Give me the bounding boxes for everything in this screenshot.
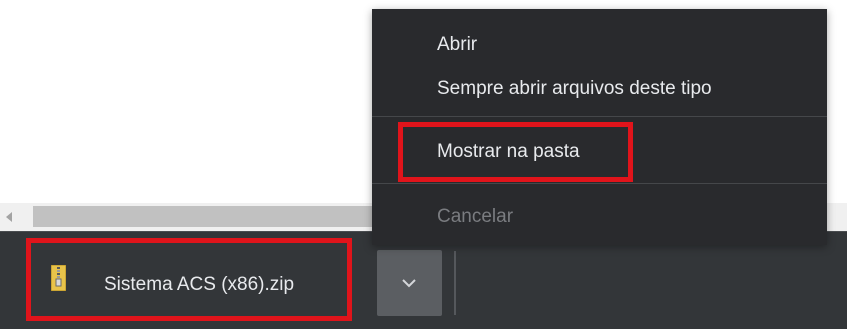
menu-item-label: Cancelar bbox=[437, 206, 514, 227]
download-item[interactable]: Sistema ACS (x86).zip bbox=[26, 238, 352, 321]
menu-item-label: Sempre abrir arquivos deste tipo bbox=[437, 78, 712, 99]
menu-item-open[interactable]: Abrir bbox=[372, 26, 827, 64]
zip-archive-icon bbox=[51, 265, 66, 291]
menu-item-cancel: Cancelar bbox=[372, 198, 827, 236]
download-filename: Sistema ACS (x86).zip bbox=[104, 274, 295, 295]
menu-item-always-open[interactable]: Sempre abrir arquivos deste tipo bbox=[372, 70, 827, 108]
menu-separator bbox=[372, 183, 827, 184]
chevron-down-icon bbox=[402, 279, 416, 288]
menu-item-label: Abrir bbox=[437, 34, 478, 55]
highlight-annotation bbox=[398, 122, 633, 182]
download-context-menu: Abrir Sempre abrir arquivos deste tipo M… bbox=[372, 9, 827, 245]
scroll-left-arrow-icon[interactable] bbox=[6, 212, 12, 222]
menu-separator bbox=[372, 116, 827, 117]
download-options-button[interactable] bbox=[377, 250, 442, 316]
shelf-separator bbox=[454, 251, 456, 315]
scrollbar-thumb[interactable] bbox=[33, 206, 383, 227]
